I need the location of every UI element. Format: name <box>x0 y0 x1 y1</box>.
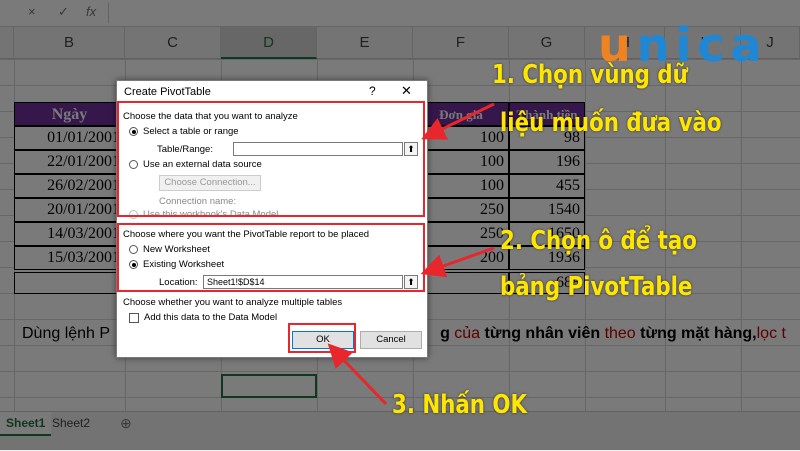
arrow-step1 <box>421 102 495 140</box>
annotation-arrows <box>327 102 495 406</box>
arrow-step3 <box>327 343 388 406</box>
arrow-step2 <box>420 246 495 278</box>
